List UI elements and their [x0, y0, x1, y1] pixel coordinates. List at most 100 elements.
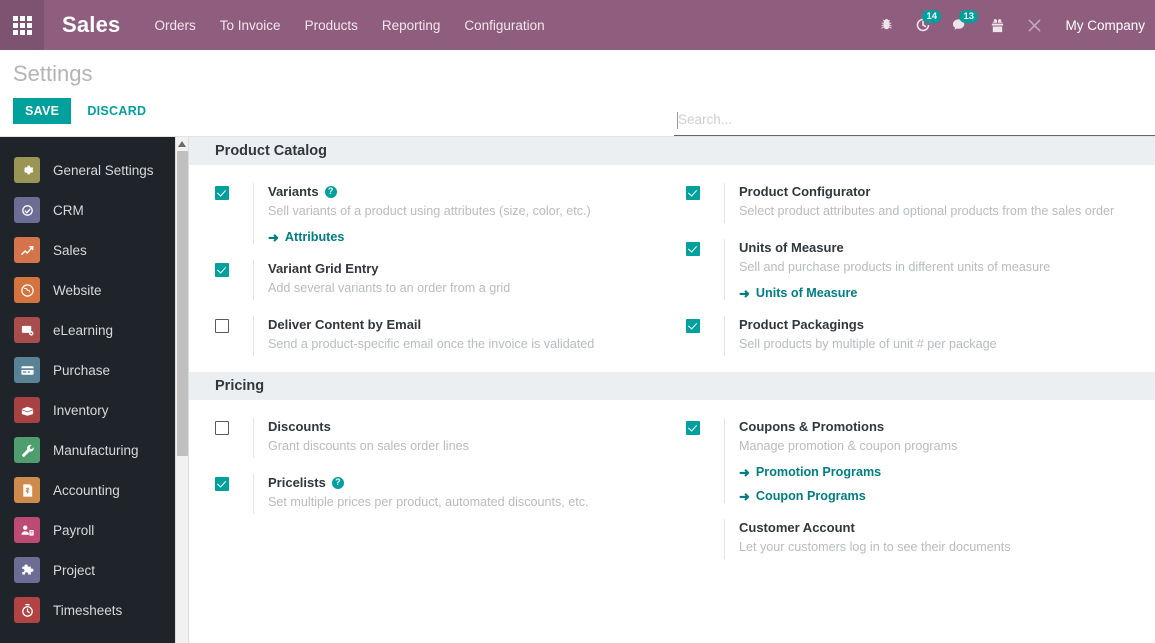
app-brand-sales[interactable]: Sales	[62, 12, 121, 38]
setting-text: Product Configurator Select product attri…	[724, 183, 1143, 223]
sidebar-item-label: Project	[53, 563, 95, 578]
nav-item-to-invoice[interactable]: To Invoice	[220, 18, 281, 33]
help-question-icon[interactable]: ?	[332, 477, 344, 489]
setting-text: Customer AccountLet your customers log i…	[724, 519, 1143, 559]
setting-link-label: Units of Measure	[756, 286, 857, 300]
checkbox-cell	[686, 239, 724, 300]
setting-text: Variant Grid EntryAdd several variants t…	[253, 260, 660, 300]
setting-label: Units of Measure	[739, 239, 844, 256]
checkbox-cell	[215, 183, 253, 244]
settings-sidebar: General Settings CRM SalesWebsiteeLearning…	[0, 137, 175, 643]
settings-section: PricingDiscountsGrant discounts on sales…	[189, 372, 1155, 575]
sidebar-item-general-settings[interactable]: General Settings	[0, 150, 175, 190]
setting-description: Sell and purchase products in different …	[739, 259, 1143, 276]
settings-vertical-scrollbar[interactable]	[175, 137, 189, 643]
setting-product-configurator: Product Configurator Select product attri…	[686, 183, 1143, 223]
checkbox-cell	[215, 418, 253, 458]
user-badge-icon	[14, 517, 40, 543]
setting-link-attributes[interactable]: ➜Attributes	[268, 230, 660, 244]
sidebar-item-label: Inventory	[53, 403, 109, 418]
apps-menu-button[interactable]	[0, 0, 44, 50]
sidebar-item-crm[interactable]: CRM	[0, 190, 175, 230]
setting-label-wrap: Coupons & Promotions	[739, 418, 1143, 435]
invoice-dollar-icon	[14, 477, 40, 503]
checkbox-units-of-measure[interactable]	[686, 242, 700, 256]
company-menu[interactable]: My Company	[1065, 18, 1145, 33]
search-view	[674, 110, 1155, 136]
sidebar-item-project[interactable]: Project	[0, 550, 175, 590]
setting-description: Manage promotion & coupon programs	[739, 438, 1143, 455]
checkbox-cell	[686, 519, 724, 559]
discard-button[interactable]: DISCARD	[85, 98, 148, 124]
setting-description: Select product attributes and optional p…	[739, 203, 1143, 220]
search-input[interactable]	[674, 110, 1155, 130]
setting-label-wrap: Variants?	[268, 183, 660, 200]
setting-label: Product Configurator	[739, 183, 870, 200]
checkbox-pricelists[interactable]	[215, 477, 229, 491]
control-panel-buttons: SAVE DISCARD	[13, 98, 148, 124]
checkbox-cell	[686, 316, 724, 356]
sidebar-item-payroll[interactable]: Payroll	[0, 510, 175, 550]
chart-line-icon	[14, 237, 40, 263]
checkbox-variants[interactable]	[215, 186, 229, 200]
setting-link-coupon-programs[interactable]: ➜Coupon Programs	[739, 489, 1143, 503]
sidebar-item-elearning[interactable]: eLearning	[0, 310, 175, 350]
sidebar-item-website[interactable]: Website	[0, 270, 175, 310]
setting-text: Units of Measure Sell and purchase produc…	[724, 239, 1143, 300]
setting-link-units-of-measure[interactable]: ➜ Units of Measure	[739, 286, 1143, 300]
nav-item-reporting[interactable]: Reporting	[382, 18, 441, 33]
scroll-up-arrow-icon[interactable]	[176, 137, 188, 151]
nav-item-orders[interactable]: Orders	[155, 18, 196, 33]
setting-text: Deliver Content by EmailSend a product-s…	[253, 316, 660, 356]
body-wrapper: General Settings CRM SalesWebsiteeLearning…	[0, 137, 1155, 643]
gift-icon[interactable]	[987, 15, 1007, 35]
box-open-icon	[14, 397, 40, 423]
activity-clock-icon[interactable]: 14	[913, 15, 933, 35]
setting-pricelists: Pricelists?Set multiple prices per produ…	[215, 474, 660, 514]
setting-coupons-and-promotions: Coupons & Promotions Manage promotion & c…	[686, 418, 1143, 503]
setting-description: Add several variants to an order from a …	[268, 280, 660, 297]
bug-icon[interactable]	[876, 15, 896, 35]
setting-text: Product Packagings Sell products by multi…	[724, 316, 1143, 356]
main-nav-menu: Orders To Invoice Products Reporting Configu…	[155, 18, 545, 33]
sidebar-item-accounting[interactable]: Accounting	[0, 470, 175, 510]
sidebar-item-purchase[interactable]: Purchase	[0, 350, 175, 390]
sidebar-item-inventory[interactable]: Inventory	[0, 390, 175, 430]
scrollbar-thumb[interactable]	[177, 151, 188, 456]
checkbox-product-configurator[interactable]	[686, 186, 700, 200]
setting-label: Discounts	[268, 418, 331, 435]
save-button[interactable]: SAVE	[13, 98, 71, 124]
setting-description: Sell products by multiple of unit # per …	[739, 336, 1143, 353]
page-title: Settings	[13, 61, 93, 87]
setting-label-wrap: Product Configurator	[739, 183, 1143, 200]
tools-wrench-icon[interactable]	[1024, 15, 1044, 35]
nav-item-products[interactable]: Products	[305, 18, 358, 33]
checkbox-deliver-content-by-email[interactable]	[215, 319, 229, 333]
top-navbar: Sales Orders To Invoice Products Reporting C…	[0, 0, 1155, 50]
setting-deliver-content-by-email: Deliver Content by EmailSend a product-s…	[215, 316, 660, 356]
setting-label-wrap: Pricelists?	[268, 474, 660, 491]
checkbox-product-packagings[interactable]	[686, 319, 700, 333]
checkbox-coupons-and-promotions[interactable]	[686, 421, 700, 435]
setting-link-promotion-programs[interactable]: ➜Promotion Programs	[739, 465, 1143, 479]
nav-item-configuration[interactable]: Configuration	[464, 18, 544, 33]
sidebar-item-manufacturing[interactable]: Manufacturing	[0, 430, 175, 470]
checkbox-variant-grid-entry[interactable]	[215, 263, 229, 277]
messages-chat-icon[interactable]: 13	[950, 15, 970, 35]
sidebar-item-label: CRM	[53, 203, 84, 218]
setting-label: Pricelists	[268, 474, 326, 491]
setting-label: Variants	[268, 183, 319, 200]
sidebar-item-label: Accounting	[53, 483, 120, 498]
help-question-icon[interactable]: ?	[325, 186, 337, 198]
checkbox-cell	[215, 260, 253, 300]
settings-content: Product CatalogVariants?Sell variants of…	[189, 137, 1155, 643]
wrench-icon	[14, 437, 40, 463]
sidebar-item-sales[interactable]: Sales	[0, 230, 175, 270]
search-caret	[677, 112, 678, 129]
sidebar-item-label: Manufacturing	[53, 443, 139, 458]
sidebar-item-timesheets[interactable]: Timesheets	[0, 590, 175, 630]
arrow-right-icon: ➜	[739, 287, 750, 300]
setting-label-wrap: Product Packagings	[739, 316, 1143, 333]
checkbox-cell	[686, 418, 724, 503]
checkbox-discounts[interactable]	[215, 421, 229, 435]
